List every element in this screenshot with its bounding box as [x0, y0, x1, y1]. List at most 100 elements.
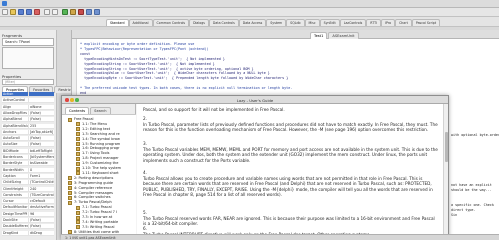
property-row[interactable]: Anchors [akTop,akLeft] [2, 129, 54, 135]
code-area[interactable]: * explicit encoding or byte order defini… [72, 42, 499, 102]
property-value[interactable]: 0 [28, 167, 54, 172]
property-row[interactable]: Align alNone [2, 104, 54, 110]
property-value[interactable]: (False) [28, 218, 54, 222]
help-tree-item[interactable]: 1.1: The Menu [82, 122, 107, 126]
code-line[interactable]: typeEncodingByte := SoortUserTest.'unit'… [80, 76, 288, 80]
property-row[interactable]: BorderIcons [biSystemMenu] [2, 155, 54, 160]
tab-contents[interactable]: Contents [65, 107, 90, 114]
open-folder-icon[interactable] [10, 9, 16, 15]
property-value[interactable]: Form1 [28, 173, 54, 178]
help-tree-item[interactable]: 1.8: Project manager [82, 156, 119, 160]
help-scrollbar[interactable] [443, 104, 448, 240]
property-row[interactable]: Caption Form1 [2, 173, 54, 179]
palette-tab-pascal-script[interactable]: Pascal Script [411, 19, 441, 26]
property-row[interactable]: AlphaBlend (False) [2, 117, 54, 123]
property-row[interactable]: AutoSize (False) [2, 142, 54, 148]
help-tree-item[interactable]: 1.3: Searching and re [82, 132, 120, 136]
new-form-icon[interactable] [44, 9, 50, 15]
property-value[interactable]: crDefault [28, 199, 54, 204]
property-row[interactable]: AutoScroll (False) [2, 136, 54, 142]
new-unit-icon[interactable] [52, 9, 58, 15]
palette-tab-data-access[interactable]: Data Access [238, 19, 267, 26]
help-contents-tree[interactable]: Free Pascal 1.1: The Menu 1.2: Editing tex… [62, 114, 136, 240]
tab-asexamunit[interactable]: ASExamUnit [328, 32, 359, 39]
tab-test1[interactable]: Test1 [310, 32, 328, 39]
palette-tab-sqldb[interactable]: SQLdb [286, 19, 305, 26]
help-tree-item[interactable]: 7.2: Turbo Pascal 7 I [82, 210, 117, 214]
property-value[interactable]: [biSystemMenu] [28, 155, 54, 159]
property-value[interactable]: bsSizeable [28, 161, 54, 166]
property-row[interactable]: DragKind dkDrag [2, 230, 54, 236]
palette-tab-additional[interactable]: Additional [128, 19, 153, 26]
help-tree-item[interactable]: 1.11: Keyboard short [82, 171, 119, 175]
help-tree-item[interactable]: 1.5: Running program [82, 142, 120, 146]
code-line[interactable]: a specific one. Check [451, 203, 494, 207]
property-value[interactable]: (False) [28, 136, 54, 141]
property-value[interactable]: (TControlChildSizing) [28, 180, 54, 185]
help-tree-item[interactable]: 1.4: The symbol brow [82, 137, 120, 141]
code-line[interactable]: should be the way... [451, 188, 492, 192]
code-line[interactable]: typeEncodingString := SoortUserTest.'uni… [80, 62, 215, 66]
property-value[interactable]: [akTop,akLeft] [28, 129, 54, 134]
property-filter-input[interactable]: (filter) [2, 79, 54, 85]
pause-icon[interactable] [70, 9, 76, 15]
new-file-icon[interactable] [2, 9, 8, 15]
palette-tab-synedit[interactable]: SynEdit [319, 19, 340, 26]
palette-tab-rtti[interactable]: RTTI [366, 19, 382, 26]
property-row[interactable]: Constraints (TSizeConstraints) [2, 192, 54, 198]
property-row[interactable]: ChildSizing (TControlChildSizing) [2, 180, 54, 186]
property-row[interactable]: BorderStyle bsSizeable [2, 161, 54, 167]
property-value[interactable] [28, 92, 54, 96]
property-row[interactable]: ClientHeight 240 [2, 186, 54, 192]
help-tree-item[interactable]: 5: Compiler messages [74, 191, 113, 195]
close-icon[interactable] [34, 9, 40, 15]
palette-tab-ipro[interactable]: IPro [381, 19, 396, 26]
stop-icon[interactable] [78, 9, 84, 15]
palette-tab-dialogs[interactable]: Dialogs [189, 19, 209, 26]
code-area-right[interactable]: with optional byte-order-mark, or little… [450, 133, 499, 223]
code-line[interactable]: const [80, 52, 90, 56]
help-tree-item[interactable]: 1.9: Customizing the [82, 161, 118, 165]
tab-search[interactable]: Search [90, 107, 111, 114]
help-tree-item[interactable]: 1.2: Editing text [82, 127, 110, 131]
code-line[interactable]: typeEncodingHintsOnTest := SoortTypeTest… [80, 57, 225, 61]
code-line[interactable]: * explicit encoding or byte order defini… [80, 42, 194, 46]
code-line[interactable]: * The preferred unicode test types. In b… [80, 86, 292, 90]
palette-tab-system[interactable]: System [266, 19, 287, 26]
palette-tab-data-controls[interactable]: Data Controls [208, 19, 239, 26]
code-line[interactable]: not have an explicit [451, 183, 492, 187]
property-value[interactable]: (False) [28, 142, 54, 147]
property-value[interactable]: alNone [28, 104, 54, 109]
help-tree-item[interactable]: 1.10: The help system [82, 166, 121, 170]
property-value[interactable]: (False) [28, 224, 54, 229]
help-tree-item[interactable]: 1.7: Using Tools [82, 151, 109, 155]
palette-tab-misc[interactable]: Misc [304, 19, 320, 26]
property-value[interactable]: dkDrag [28, 230, 54, 235]
palette-tab-lazcontrols[interactable]: LazControls [339, 19, 367, 26]
help-scrollbar-thumb[interactable] [445, 132, 448, 162]
property-value[interactable]: (TSizeConstraints) [28, 192, 54, 197]
property-row[interactable]: Action [2, 92, 54, 97]
help-tree-item[interactable]: 7.3: In how we at [82, 215, 112, 219]
property-value[interactable] [28, 98, 54, 103]
code-line[interactable]: typeEncodingValue := SoortUserTest.'unit… [80, 71, 270, 75]
palette-tab-chart[interactable]: Chart [395, 19, 412, 26]
property-row[interactable]: BorderWidth 0 [2, 167, 54, 173]
help-tree-item[interactable]: 7.1: Turbo Pascal [82, 205, 112, 209]
property-value[interactable]: bdLeftToRight [28, 148, 54, 153]
help-tree-item[interactable]: 1.6: Debugging progr [82, 146, 120, 150]
help-tree-item[interactable]: 7.4: Writing portable [82, 220, 118, 224]
step-into-icon[interactable] [86, 9, 92, 15]
step-over-icon[interactable] [94, 9, 100, 15]
property-row[interactable]: DesignTimePPI 96 [2, 211, 54, 217]
code-line[interactable]: direct type. [451, 208, 476, 212]
component-tree[interactable]: Search: TPanel [2, 38, 54, 46]
code-line[interactable]: typeEncodingString := SoortUserTest.'uni… [80, 67, 253, 71]
property-value[interactable]: (False) [28, 117, 54, 122]
palette-tab-common-controls[interactable]: Common Controls [152, 19, 190, 26]
help-tree-item[interactable]: 7.5: Writing Pascal [82, 225, 114, 229]
help-tree-item[interactable]: 2: Porting descriptions [74, 176, 113, 180]
property-value[interactable]: (False) [28, 110, 54, 115]
property-row[interactable]: DockSite (False) [2, 218, 54, 223]
code-line[interactable]: with optional byte-order-mark, or little… [451, 133, 499, 137]
